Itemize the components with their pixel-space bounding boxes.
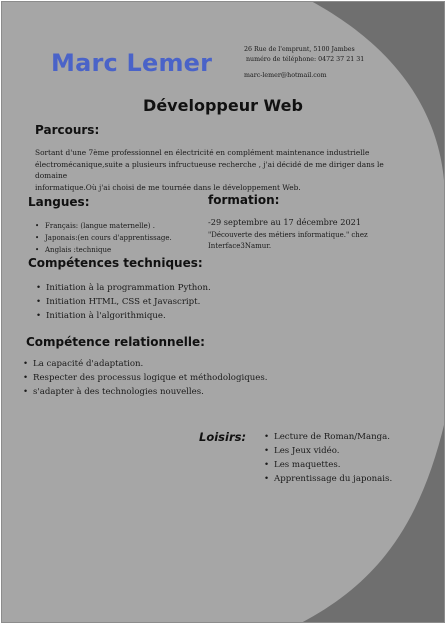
parcours-line: électromécanique,suite a plusieurs infru…	[35, 159, 384, 181]
parcours-heading: Parcours:	[35, 123, 100, 137]
applicant-name: Marc Lemer	[51, 49, 213, 77]
formation-line: Interface3Namur.	[208, 242, 272, 250]
list-item: La capacité d'adaptation.	[23, 357, 267, 371]
list-item: Les maquettes.	[264, 458, 392, 472]
list-item: Japonais:(en cours d'apprentissage.	[35, 232, 172, 244]
list-item: Français: (langue maternelle) .	[35, 220, 172, 232]
job-title: Développeur Web	[143, 96, 303, 115]
list-item: Apprentissage du japonais.	[264, 472, 392, 486]
list-item: Les Jeux vidéo.	[264, 444, 392, 458]
list-item: Respecter des processus logique et métho…	[23, 371, 267, 385]
competences-techniques-heading: Compétences techniques:	[28, 256, 203, 270]
langues-heading: Langues:	[28, 195, 90, 209]
formation-date: -29 septembre au 17 décembre 2021	[208, 217, 362, 227]
parcours-line: informatique.Où j'ai choisi de me tourné…	[35, 182, 301, 192]
formation-description: "Découverte des métiers informatique." c…	[208, 230, 368, 252]
competence-relationnelle-heading: Compétence relationnelle:	[26, 335, 205, 349]
list-item: Lecture de Roman/Manga.	[264, 430, 392, 444]
list-item: s'adapter à des technologies nouvelles.	[23, 385, 267, 399]
langues-list: Français: (langue maternelle) . Japonais…	[35, 220, 172, 256]
address-text: 26 Rue de l'emprunt, 5100 Jambes	[244, 46, 355, 53]
contact-info: 26 Rue de l'emprunt, 5100 Jambes numéro …	[244, 45, 364, 81]
list-item: Initiation à la programmation Python.	[36, 281, 211, 295]
cv-page: Marc Lemer 26 Rue de l'emprunt, 5100 Jam…	[1, 1, 445, 623]
email-text: marc-lemer@hotmail.com	[244, 72, 327, 79]
loisirs-list: Lecture de Roman/Manga. Les Jeux vidéo. …	[264, 430, 392, 486]
phone-text: numéro de téléphone: 0472 37 21 31	[246, 56, 365, 63]
list-item: Initiation HTML, CSS et Javascript.	[36, 295, 211, 309]
list-item: Initiation à l'algorithmique.	[36, 309, 211, 323]
competence-relationnelle-list: La capacité d'adaptation. Respecter des …	[23, 357, 267, 399]
competences-techniques-list: Initiation à la programmation Python. In…	[36, 281, 211, 323]
formation-line: "Découverte des métiers informatique." c…	[208, 231, 368, 239]
parcours-paragraph: Sortant d'une 7ème professionnel en élec…	[35, 147, 415, 193]
loisirs-heading: Loisirs:	[199, 430, 247, 444]
parcours-line: Sortant d'une 7ème professionnel en élec…	[35, 148, 370, 157]
list-item: Anglais :technique	[35, 244, 172, 256]
formation-heading: formation:	[208, 193, 280, 207]
